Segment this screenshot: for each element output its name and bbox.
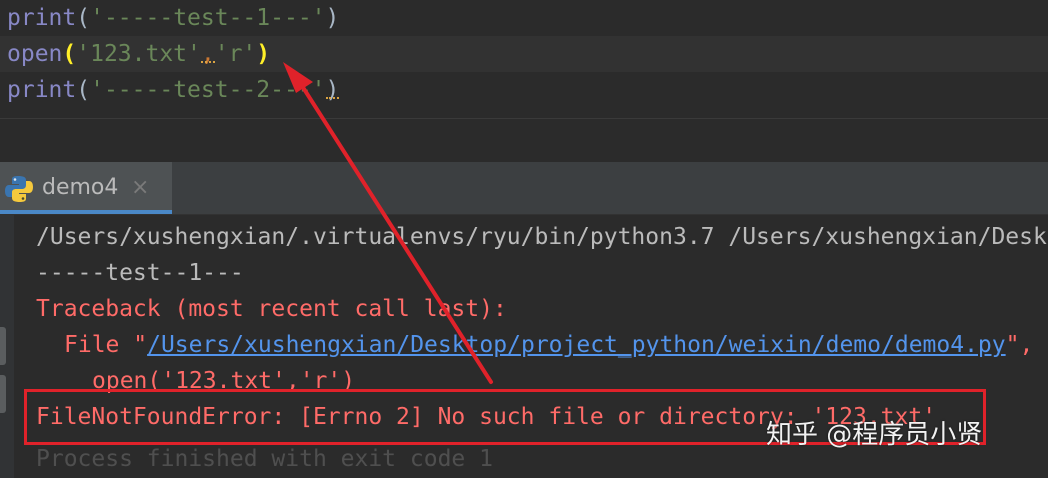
console-gutter [0, 215, 14, 478]
run-tab-label: demo4 [42, 175, 119, 200]
code-editor[interactable]: print('-----test--1---') open('123.txt',… [0, 0, 1048, 118]
active-tab-indicator [0, 210, 172, 214]
console-command-line: /Users/xushengxian/.virtualenvs/ryu/bin/… [36, 224, 1047, 250]
traceback-file-prefix: File " [64, 332, 148, 358]
code-paren: ( [76, 5, 91, 31]
code-paren: ( [76, 77, 91, 103]
code-paren: ) [325, 77, 340, 103]
traceback-file-line: File "/Users/xushengxian/Desktop/project… [64, 327, 1033, 363]
code-line-2-current[interactable]: open('123.txt','r') [0, 36, 1048, 72]
traceback-file-suffix: ", [1005, 332, 1034, 358]
traceback-header: Traceback (most recent call last): [36, 296, 507, 322]
code-string: 'r' [214, 41, 257, 67]
code-paren-highlight: ( [62, 41, 77, 67]
gutter-marker [0, 327, 6, 365]
gutter-marker [0, 375, 6, 413]
code-paren-highlight: ) [256, 41, 271, 67]
console-output-test1: -----test--1--- [36, 260, 244, 286]
code-line-1[interactable]: print('-----test--1---') [0, 0, 1048, 36]
code-fn: print [7, 77, 77, 103]
python-icon [5, 176, 33, 202]
code-comma-warning: , [200, 41, 215, 67]
run-tab-demo4[interactable]: demo4 × [0, 162, 172, 214]
code-paren: ) [325, 5, 340, 31]
console-exit-line: Process finished with exit code 1 [36, 446, 493, 472]
code-line-3[interactable]: print('-----test--2---') [0, 72, 1048, 108]
close-icon[interactable]: × [131, 162, 149, 214]
code-fn: print [7, 5, 77, 31]
run-tool-window-tabbar: demo4 × [0, 162, 1048, 215]
editor-divider [0, 118, 1048, 163]
watermark-text: 知乎 @程序员小贤 [766, 420, 983, 450]
code-string: '-----test--2---' [90, 77, 326, 103]
traceback-file-link[interactable]: /Users/xushengxian/Desktop/project_pytho… [147, 332, 1006, 358]
code-string: '-----test--1---' [90, 5, 326, 31]
code-fn: open [7, 41, 63, 67]
code-string: '123.txt' [76, 41, 201, 67]
